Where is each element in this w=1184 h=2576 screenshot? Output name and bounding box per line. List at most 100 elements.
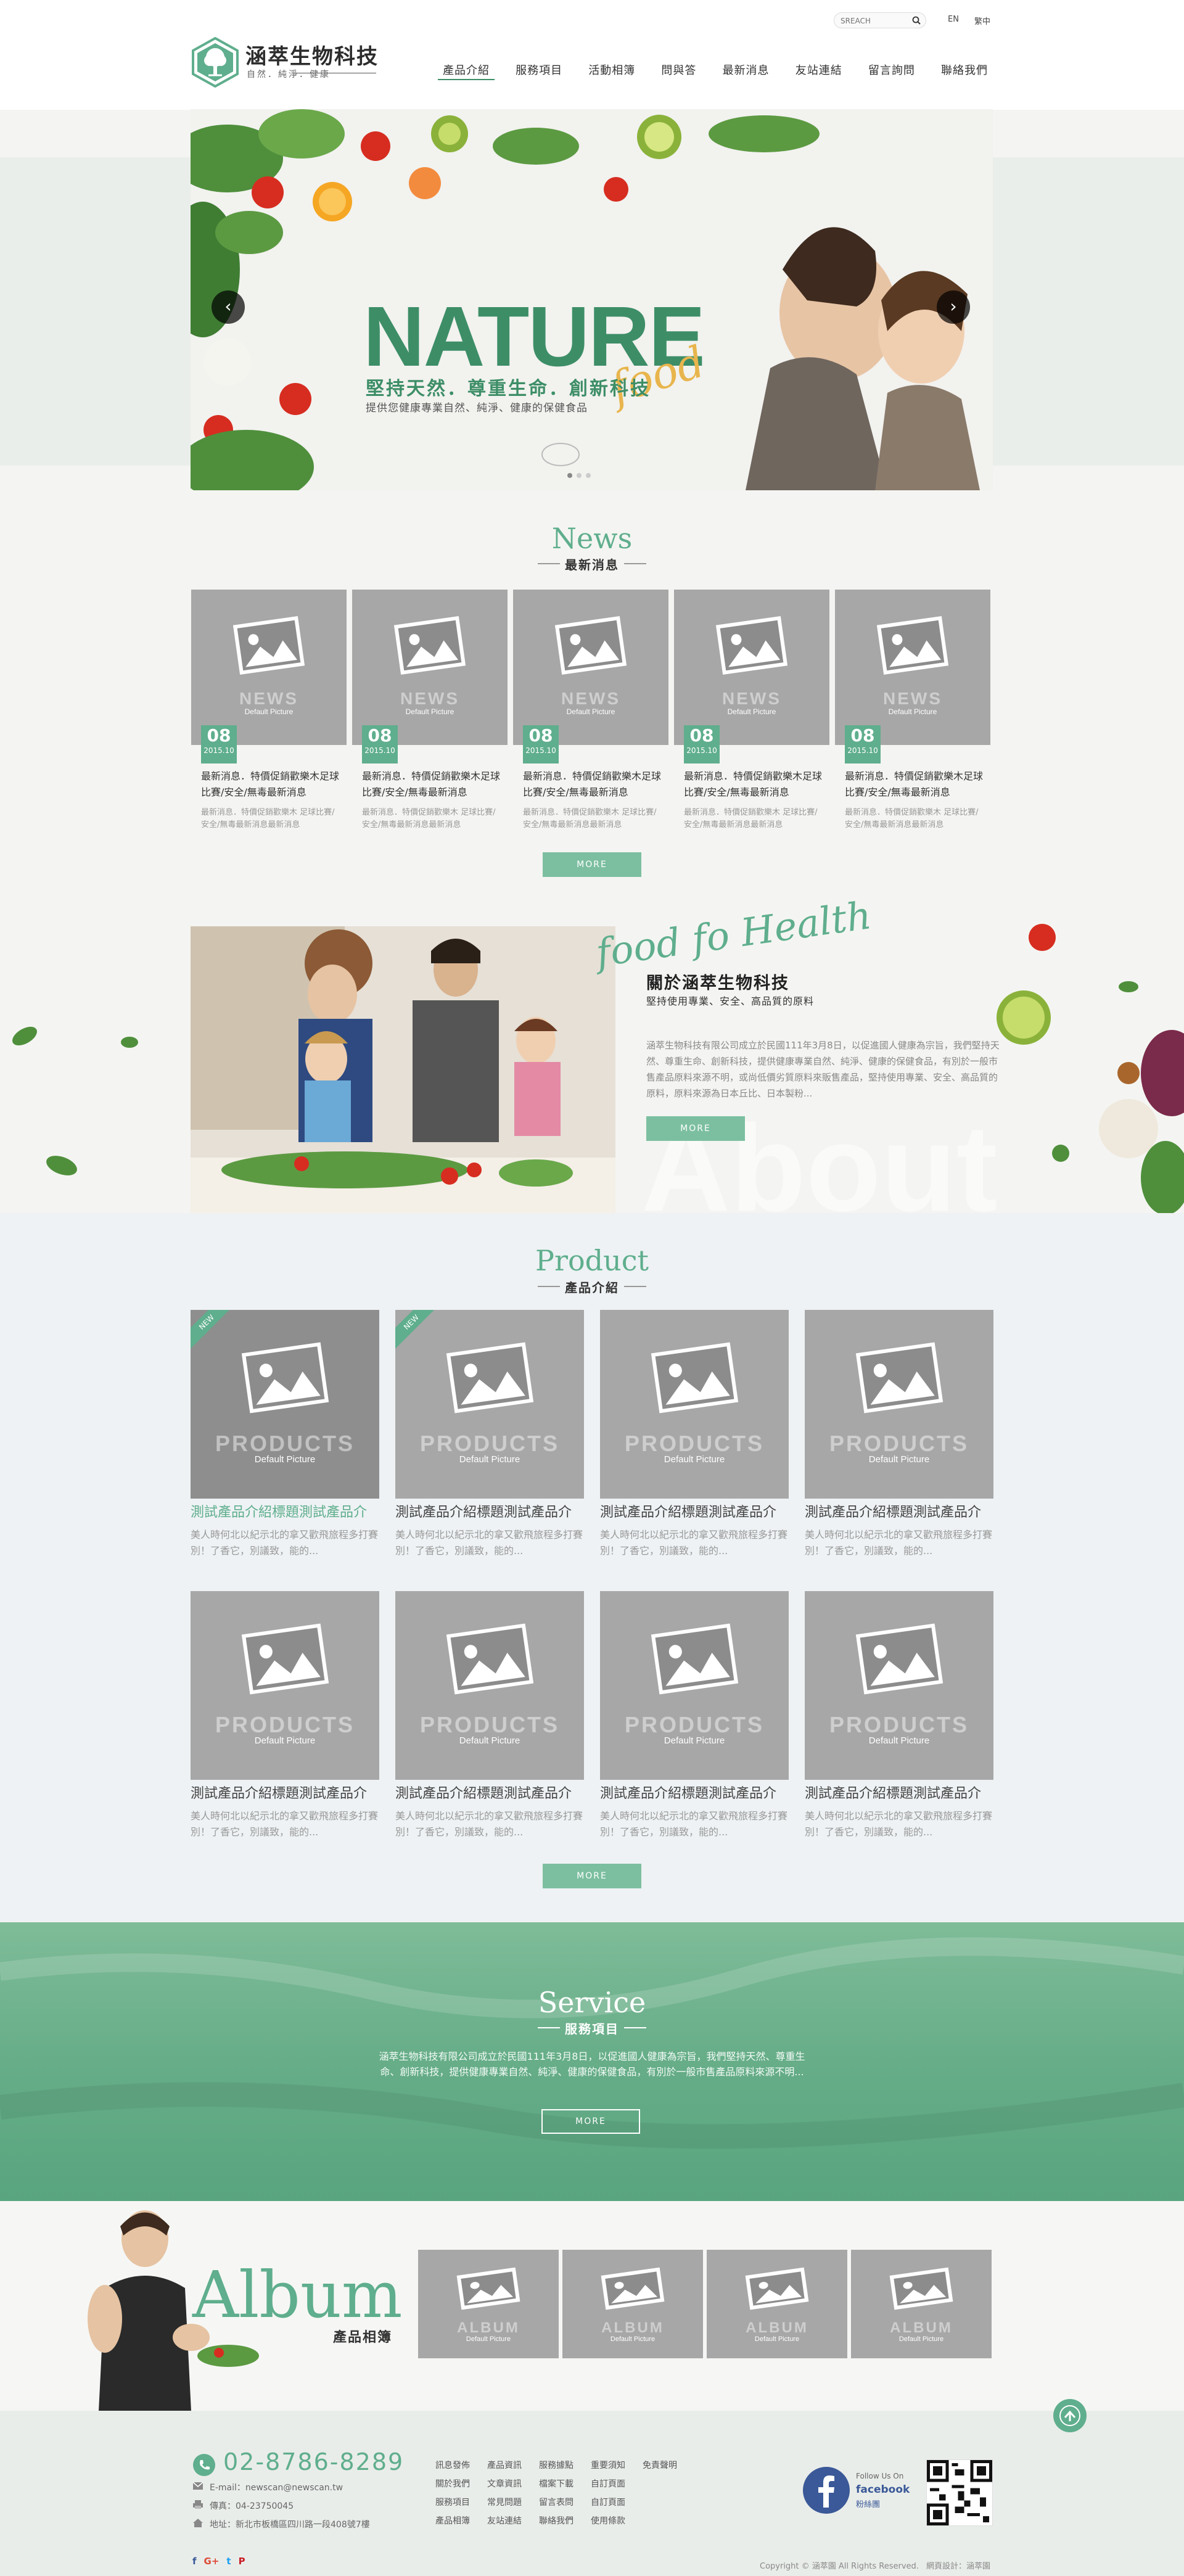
default-picture-placeholder[interactable]: ALBUM Default Picture <box>851 2250 992 2358</box>
hero-slider[interactable]: NATURE food 堅持天然．尊重生命．創新科技 提供您健康專業自然、純淨、… <box>191 109 993 490</box>
nav-item-products[interactable]: 產品介紹 <box>438 62 495 80</box>
footer-link[interactable]: 使用條款 <box>591 2514 643 2527</box>
nav-item-news[interactable]: 最新消息 <box>718 62 775 80</box>
hero-dot[interactable] <box>586 473 591 478</box>
logo-icon[interactable] <box>191 37 239 88</box>
pinterest-icon[interactable]: P <box>239 2556 245 2567</box>
product-title[interactable]: 測試產品介紹標題測試產品介 <box>805 1504 993 1522</box>
nav-item-faq[interactable]: 問與答 <box>656 62 701 80</box>
footer-link[interactable]: 聯絡我們 <box>539 2514 591 2527</box>
news-title[interactable]: 最新消息．特價促銷歡樂木足球比賽/安全/無毒最新消息 <box>523 768 662 800</box>
default-picture-placeholder[interactable]: PRODUCTS Default Picture NEW <box>191 1310 379 1499</box>
news-card[interactable]: NEWS Default Picture 08 2015.10 最新消息．特價促銷歡樂木… <box>835 590 990 849</box>
search-box[interactable] <box>834 12 926 28</box>
default-picture-placeholder[interactable]: NEWS Default Picture <box>352 590 508 745</box>
footer-link[interactable]: 服務據點 <box>539 2459 591 2471</box>
nav-item-message[interactable]: 留言詢問 <box>863 62 920 80</box>
product-card[interactable]: PRODUCTS Default Picture 測試產品介紹標題測試產品介 美人時何… <box>395 1591 584 1943</box>
album-item[interactable]: ALBUM Default Picture <box>418 2250 559 2358</box>
news-title[interactable]: 最新消息．特價促銷歡樂木足球比賽/安全/無毒最新消息 <box>684 768 823 800</box>
facebook-name[interactable]: facebook <box>856 2483 910 2496</box>
search-icon[interactable] <box>912 16 921 25</box>
footer-link[interactable]: 重要須知 <box>591 2459 643 2471</box>
product-title[interactable]: 測試產品介紹標題測試產品介 <box>395 1504 584 1522</box>
logo-title[interactable]: 涵萃生物科技 <box>245 39 379 70</box>
footer-link[interactable]: 常見問題 <box>487 2496 539 2508</box>
footer-email[interactable]: E-mail：newscan@newscan.tw <box>210 2481 343 2493</box>
album-item[interactable]: ALBUM Default Picture <box>562 2250 703 2358</box>
product-section <box>0 1213 1184 1922</box>
footer-link[interactable]: 文章資訊 <box>487 2477 539 2490</box>
news-card[interactable]: NEWS Default Picture 08 2015.10 最新消息．特價促銷歡樂木… <box>352 590 508 849</box>
news-card[interactable]: NEWS Default Picture 08 2015.10 最新消息．特價促銷歡樂木… <box>674 590 829 849</box>
news-card[interactable]: NEWS Default Picture 08 2015.10 最新消息．特價促銷歡樂木… <box>513 590 668 849</box>
footer-link[interactable]: 服務項目 <box>435 2496 487 2508</box>
default-picture-placeholder[interactable]: NEWS Default Picture <box>674 590 829 745</box>
nav-item-links[interactable]: 友站連結 <box>791 62 847 80</box>
product-title[interactable]: 測試產品介紹標題測試產品介 <box>395 1785 584 1803</box>
album-item[interactable]: ALBUM Default Picture <box>707 2250 847 2358</box>
google-plus-icon[interactable]: G+ <box>204 2556 220 2567</box>
back-to-top-button[interactable] <box>1053 2399 1087 2432</box>
default-picture-placeholder[interactable]: PRODUCTS Default Picture <box>805 1591 993 1780</box>
service-more-button[interactable]: MORE <box>541 2109 640 2134</box>
nav-item-contact[interactable]: 聯絡我們 <box>936 62 993 80</box>
hero-dot[interactable] <box>577 473 582 478</box>
product-more-button[interactable]: MORE <box>543 1864 641 1888</box>
hero-next-arrow[interactable]: › <box>937 290 970 324</box>
nav-item-services[interactable]: 服務項目 <box>511 62 567 80</box>
default-picture-placeholder[interactable]: ALBUM Default Picture <box>418 2250 559 2358</box>
hero-dot[interactable] <box>567 473 572 478</box>
design-credit[interactable]: 網頁設計：涵萃園 <box>926 2559 990 2571</box>
product-card[interactable]: PRODUCTS Default Picture 測試產品介紹標題測試產品介 美人時何… <box>191 1591 379 1943</box>
twitter-icon[interactable]: t <box>226 2556 231 2567</box>
default-picture-placeholder[interactable]: PRODUCTS Default Picture <box>600 1310 789 1499</box>
product-title[interactable]: 測試產品介紹標題測試產品介 <box>600 1504 789 1522</box>
album-item[interactable]: ALBUM Default Picture <box>851 2250 992 2358</box>
default-picture-placeholder[interactable]: PRODUCTS Default Picture <box>805 1310 993 1499</box>
facebook-fan-page[interactable]: 粉絲團 <box>856 2498 880 2509</box>
default-picture-placeholder[interactable]: PRODUCTS Default Picture <box>600 1591 789 1780</box>
news-card[interactable]: NEWS Default Picture 08 2015.10 最新消息．特價促銷歡樂木… <box>191 590 347 849</box>
lang-zh-link[interactable]: 繁中 <box>974 15 990 27</box>
lang-en-link[interactable]: EN <box>948 15 959 24</box>
footer-link[interactable]: 產品資訊 <box>487 2459 539 2471</box>
facebook-icon[interactable]: f <box>192 2556 197 2567</box>
default-picture-placeholder[interactable]: NEWS Default Picture <box>513 590 668 745</box>
footer-link[interactable]: 訊息發佈 <box>435 2459 487 2471</box>
footer-link[interactable]: 檔案下載 <box>539 2477 591 2490</box>
product-card[interactable]: PRODUCTS Default Picture 測試產品介紹標題測試產品介 美人時何… <box>600 1591 789 1943</box>
news-date-badge: 08 2015.10 <box>845 725 881 763</box>
default-picture-placeholder[interactable]: PRODUCTS Default Picture <box>395 1591 584 1780</box>
footer-link[interactable]: 自訂頁面 <box>591 2496 643 2508</box>
default-picture-placeholder[interactable]: PRODUCTS Default Picture <box>191 1591 379 1780</box>
product-title[interactable]: 測試產品介紹標題測試產品介 <box>600 1785 789 1803</box>
footer-phone[interactable]: 02-8786-8289 <box>223 2448 404 2475</box>
default-picture-placeholder[interactable]: ALBUM Default Picture <box>562 2250 703 2358</box>
search-input[interactable] <box>841 15 908 27</box>
footer-link[interactable]: 友站連結 <box>487 2514 539 2527</box>
footer-link[interactable]: 產品相簿 <box>435 2514 487 2527</box>
default-picture-placeholder[interactable]: NEWS Default Picture <box>191 590 347 745</box>
placeholder-watermark: PRODUCTS <box>829 1431 969 1456</box>
default-picture-placeholder[interactable]: ALBUM Default Picture <box>707 2250 847 2358</box>
footer-link[interactable]: 關於我們 <box>435 2477 487 2490</box>
product-title[interactable]: 測試產品介紹標題測試產品介 <box>805 1785 993 1803</box>
footer-link[interactable]: 免責聲明 <box>643 2459 694 2471</box>
footer-link[interactable]: 留言表問 <box>539 2496 591 2508</box>
news-date-month: 2015.10 <box>204 746 234 755</box>
footer-link[interactable]: 自訂頁面 <box>591 2477 643 2490</box>
nav-item-album[interactable]: 活動相簿 <box>583 62 640 80</box>
default-picture-placeholder[interactable]: NEWS Default Picture <box>835 590 990 745</box>
news-title[interactable]: 最新消息．特價促銷歡樂木足球比賽/安全/無毒最新消息 <box>201 768 340 800</box>
hero-prev-arrow[interactable]: ‹ <box>212 290 245 324</box>
product-title[interactable]: 測試產品介紹標題測試產品介 <box>191 1504 379 1522</box>
about-more-button[interactable]: MORE <box>646 1116 745 1141</box>
default-picture-placeholder[interactable]: PRODUCTS Default Picture NEW <box>395 1310 584 1499</box>
product-title[interactable]: 測試產品介紹標題測試產品介 <box>191 1785 379 1803</box>
news-more-button[interactable]: MORE <box>543 852 641 877</box>
news-title[interactable]: 最新消息．特價促銷歡樂木足球比賽/安全/無毒最新消息 <box>845 768 984 800</box>
product-card[interactable]: PRODUCTS Default Picture 測試產品介紹標題測試產品介 美人時何… <box>805 1591 993 1943</box>
news-title[interactable]: 最新消息．特價促銷歡樂木足球比賽/安全/無毒最新消息 <box>362 768 501 800</box>
facebook-badge-icon[interactable] <box>802 2466 851 2515</box>
